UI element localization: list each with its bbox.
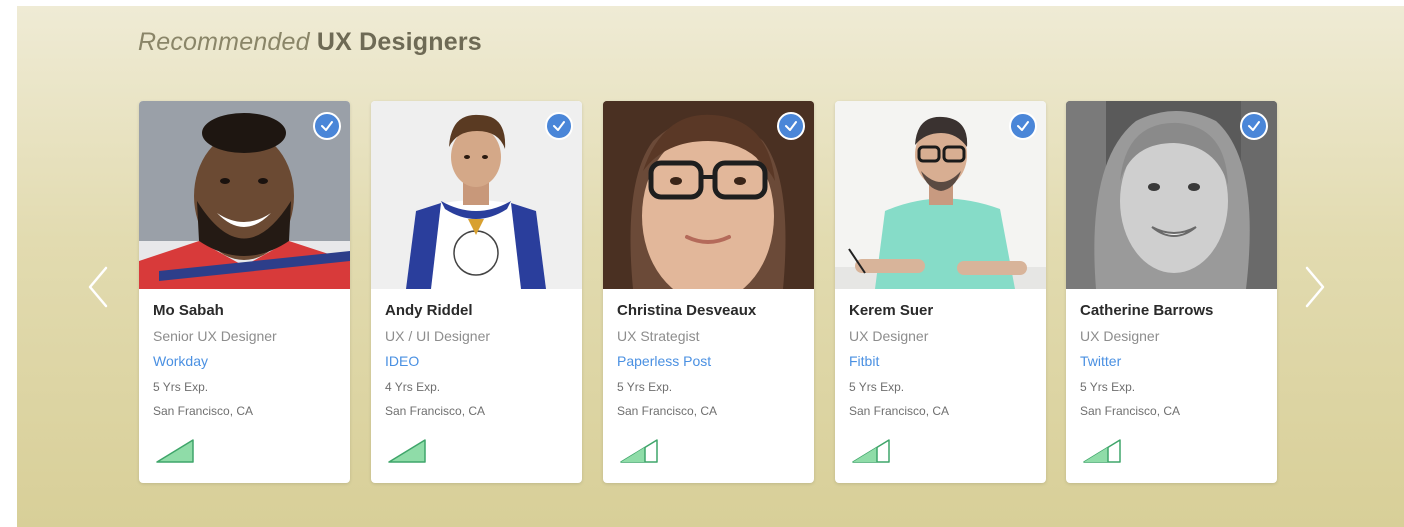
designer-role: UX / UI Designer [385,328,491,344]
skill-level-icon [1083,439,1121,463]
skill-level-icon [388,439,426,463]
designer-company-link[interactable]: IDEO [385,353,419,369]
designer-experience: 5 Yrs Exp. [849,380,905,394]
chevron-right-icon [1305,266,1325,308]
designer-role: UX Designer [849,328,929,344]
skill-level-icon [156,439,194,463]
designer-company-link[interactable]: Paperless Post [617,353,711,369]
designer-card[interactable]: Mo Sabah Senior UX Designer Workday 5 Yr… [139,101,350,483]
designer-location: San Francisco, CA [617,404,718,418]
carousel-prev-button[interactable] [84,265,114,309]
designer-card[interactable]: Christina Desveaux UX Strategist Paperle… [603,101,814,483]
designer-location: San Francisco, CA [153,404,254,418]
verified-check-icon [313,112,341,140]
verified-check-icon [777,112,805,140]
verified-check-icon [545,112,573,140]
designer-experience: 4 Yrs Exp. [385,380,441,394]
designer-card[interactable]: Kerem Suer UX Designer Fitbit 5 Yrs Exp.… [835,101,1046,483]
designer-name: Christina Desveaux [617,302,757,319]
designer-name: Mo Sabah [153,302,224,319]
designer-location: San Francisco, CA [849,404,950,418]
designer-name: Kerem Suer [849,302,934,319]
verified-check-icon [1240,112,1268,140]
designer-role: UX Designer [1080,328,1160,344]
designer-experience: 5 Yrs Exp. [153,380,209,394]
designer-experience: 5 Yrs Exp. [617,380,673,394]
designer-location: San Francisco, CA [385,404,486,418]
section-title-strong: UX Designers [316,28,482,56]
designer-location: San Francisco, CA [1080,404,1181,418]
designer-name: Catherine Barrows [1080,302,1214,319]
designer-card[interactable]: Andy Riddel UX / UI Designer IDEO 4 Yrs … [371,101,582,483]
verified-check-icon [1009,112,1037,140]
designer-experience: 5 Yrs Exp. [1080,380,1136,394]
section-title: Recommended UX Designers [138,28,482,57]
designer-company-link[interactable]: Twitter [1080,353,1121,369]
skill-level-icon [620,439,658,463]
designer-company-link[interactable]: Workday [153,353,208,369]
carousel-next-button[interactable] [1299,265,1329,309]
designer-name: Andy Riddel [385,302,473,319]
skill-level-icon [852,439,890,463]
section-title-lead: Recommended [138,28,310,56]
designer-role: Senior UX Designer [153,328,277,344]
designer-card[interactable]: Catherine Barrows UX Designer Twitter 5 … [1066,101,1277,483]
chevron-left-icon [88,266,108,308]
designer-role: UX Strategist [617,328,700,344]
designer-company-link[interactable]: Fitbit [849,353,879,369]
